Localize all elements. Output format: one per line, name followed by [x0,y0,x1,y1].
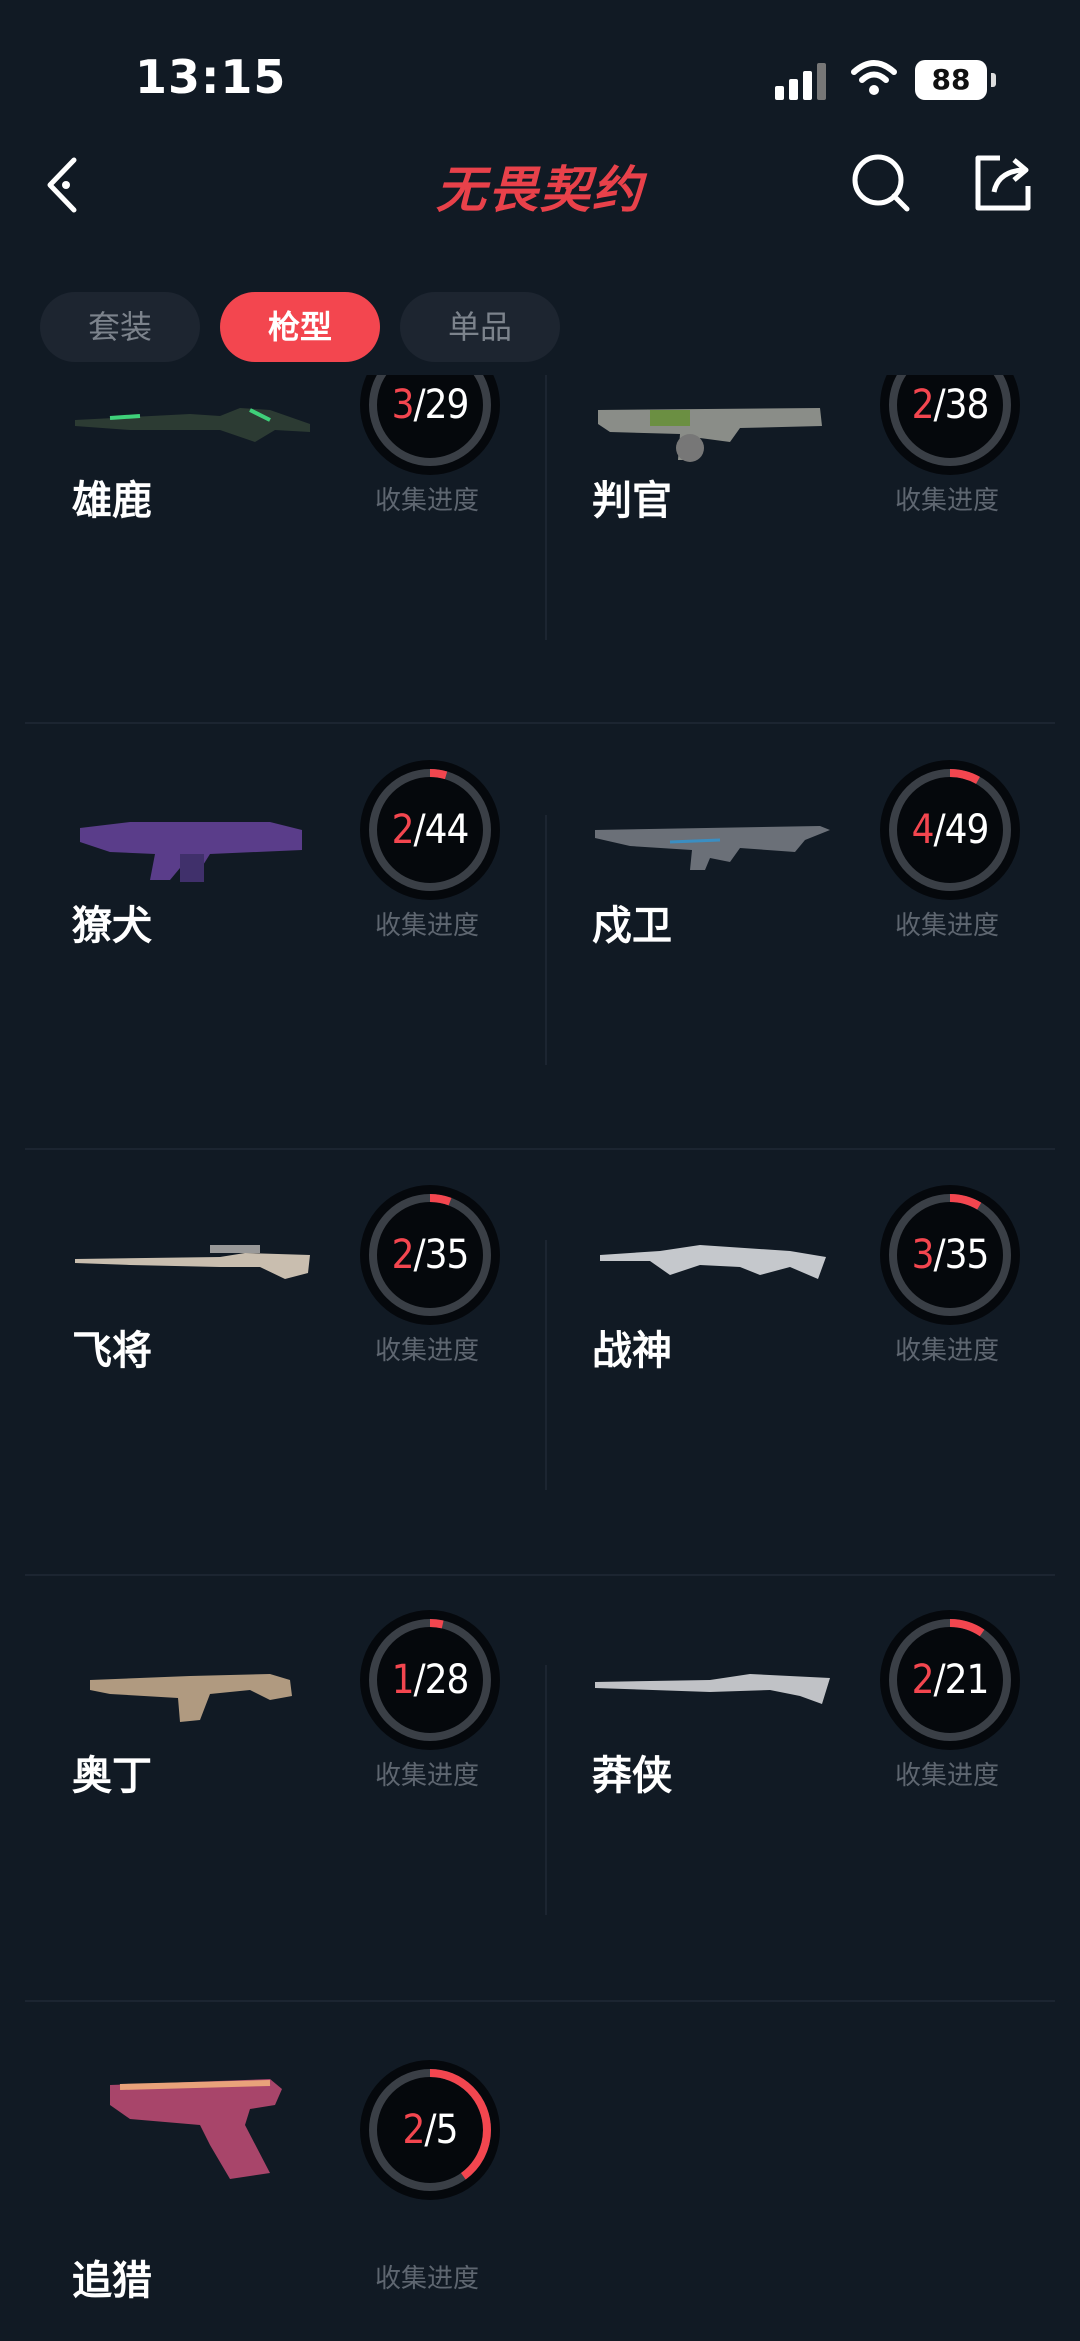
cellular-signal-icon [775,63,826,100]
total-count: 35 [944,1232,990,1278]
total-count: 35 [424,1232,470,1278]
progress-label: 收集进度 [895,911,1000,941]
smg-icon [70,770,315,900]
collected-count: 1 [391,1657,415,1703]
weapon-name: 雄鹿 [72,478,152,524]
auto-shotgun-icon [590,375,835,480]
collected-count: 2 [911,382,935,428]
weapon-card[interactable]: 2/44 獠犬 收集进度 [25,725,545,1145]
collected-count: 2 [391,807,415,853]
tab-sets[interactable]: 套装 [40,292,200,362]
weapon-name: 追猎 [72,2258,152,2304]
weapon-card[interactable]: 3/35 战神 收集进度 [545,1150,1055,1570]
page-title: 无畏契约 [436,161,644,219]
weapon-card[interactable]: 4/49 戍卫 收集进度 [545,725,1055,1145]
marshal-icon [590,1620,835,1750]
progress-ring: 2/35 [360,1185,500,1325]
progress-ring: 3/35 [880,1185,1020,1325]
collected-count: 2 [402,2107,426,2153]
battery-indicator: 88 [915,60,996,100]
status-time: 13:15 [135,50,287,104]
total-count: 21 [944,1657,990,1703]
progress-ring: 2/5 [360,2060,500,2200]
row-divider [25,722,1055,724]
sniper-icon [70,1195,315,1325]
total-count: 5 [435,2107,459,2153]
progress-ring: 2/38 [880,375,1020,475]
collected-count: 3 [911,1232,935,1278]
progress-label: 收集进度 [375,1336,480,1366]
total-count: 49 [944,807,990,853]
progress-label: 收集进度 [375,911,480,941]
total-count: 29 [424,382,470,428]
weapon-card[interactable]: 2/21 莽侠 收集进度 [545,1575,1055,1995]
weapon-name: 戍卫 [592,903,672,949]
shotgun-icon [70,375,315,480]
pistol-icon [70,2045,315,2185]
heavy-mg-icon [70,1620,315,1750]
weapon-card[interactable]: 2/35 飞将 收集进度 [25,1150,545,1570]
tab-items[interactable]: 单品 [400,292,560,362]
total-count: 28 [424,1657,470,1703]
weapon-name: 判官 [592,478,672,524]
progress-label: 收集进度 [375,2264,480,2294]
progress-ring: 2/21 [880,1610,1020,1750]
total-count: 38 [944,382,990,428]
category-tabs: 套装 枪型 单品 [40,292,560,362]
status-bar: 13:15 88 [0,0,1080,150]
progress-label: 收集进度 [895,1336,1000,1366]
progress-label: 收集进度 [895,1761,1000,1791]
collected-count: 3 [391,382,415,428]
collected-count: 4 [911,807,935,853]
collected-count: 2 [911,1657,935,1703]
progress-label: 收集进度 [375,1761,480,1791]
weapon-name: 獠犬 [72,903,152,949]
weapon-grid: 3/29 雄鹿 收集进度 2/38 判官 收集进度 2/44 獠犬 收集进度 4… [25,375,1055,2341]
progress-ring: 4/49 [880,760,1020,900]
search-icon[interactable] [850,152,912,214]
weapon-card[interactable]: 2/38 判官 收集进度 [545,375,1055,720]
total-count: 44 [424,807,470,853]
machine-gun-icon [590,1195,835,1325]
weapon-name: 战神 [592,1328,672,1374]
tab-weapon-types[interactable]: 枪型 [220,292,380,362]
weapon-card[interactable]: 2/5 追猎 收集进度 [25,2000,545,2341]
weapon-name: 莽侠 [592,1753,672,1799]
wifi-icon [851,60,897,95]
progress-label: 收集进度 [375,486,480,516]
collected-count: 2 [391,1232,415,1278]
rifle-icon [590,770,835,900]
progress-ring: 2/44 [360,760,500,900]
progress-ring: 1/28 [360,1610,500,1750]
weapon-card[interactable]: 3/29 雄鹿 收集进度 [25,375,545,720]
weapon-name: 飞将 [72,1328,152,1374]
progress-label: 收集进度 [895,486,1000,516]
progress-ring: 3/29 [360,375,500,475]
share-icon[interactable] [972,152,1034,214]
weapon-name: 奥丁 [72,1753,152,1799]
weapon-card[interactable]: 1/28 奥丁 收集进度 [25,1575,545,1995]
